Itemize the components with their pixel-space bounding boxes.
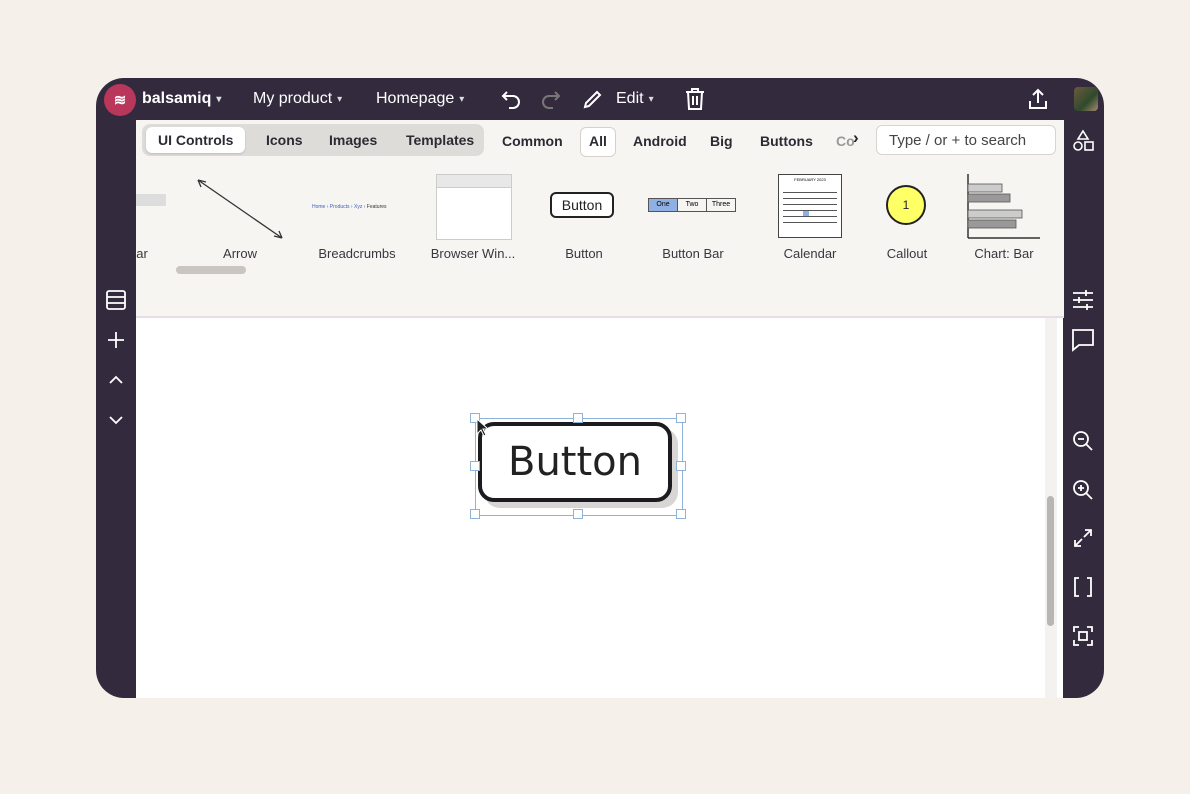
page-menu[interactable]: Homepage ▾ xyxy=(376,90,464,108)
properties-sliders-icon[interactable] xyxy=(1069,286,1097,314)
expand-icon[interactable] xyxy=(1069,524,1097,552)
library-filter-bar: UI Controls Icons Images Templates Commo… xyxy=(136,120,1094,162)
breadcrumb-item: Xyz xyxy=(353,204,363,210)
layers-icon[interactable] xyxy=(102,286,130,314)
resize-handle[interactable] xyxy=(676,509,686,519)
resize-handle[interactable] xyxy=(470,509,480,519)
component-label[interactable]: Chart: Bar xyxy=(974,246,1033,261)
component-label[interactable]: Callout xyxy=(887,246,927,261)
chevron-down-icon: ▾ xyxy=(648,93,654,105)
resize-handle[interactable] xyxy=(470,461,480,471)
chip-common[interactable]: Common xyxy=(494,127,571,155)
component-label[interactable]: Browser Win... xyxy=(431,246,516,261)
focus-frame-icon[interactable] xyxy=(1069,622,1097,650)
resize-handle[interactable] xyxy=(676,413,686,423)
category-segmented-control: UI Controls Icons Images Templates xyxy=(142,124,484,156)
brand-menu[interactable]: balsamiq ▾ xyxy=(142,90,221,108)
comment-icon[interactable] xyxy=(1069,326,1097,354)
button-bar-segment: One xyxy=(649,199,678,211)
vertical-scrollbar[interactable] xyxy=(1047,496,1054,626)
edit-menu[interactable]: Edit ▾ xyxy=(616,90,654,108)
component-strip: ar Arrow Home › Products › Xyz › Feature… xyxy=(136,174,1064,304)
undo-icon[interactable] xyxy=(498,86,524,112)
resize-handle[interactable] xyxy=(573,413,583,423)
component-label[interactable]: Button Bar xyxy=(662,246,723,261)
brand-label: balsamiq xyxy=(142,90,212,107)
tab-images[interactable]: Images xyxy=(317,127,389,153)
tab-ui-controls[interactable]: UI Controls xyxy=(146,127,246,153)
zoom-out-icon[interactable] xyxy=(1069,427,1097,455)
component-label[interactable]: Breadcrumbs xyxy=(318,246,395,261)
component-label[interactable]: Button xyxy=(565,246,603,261)
redo-icon[interactable] xyxy=(538,86,564,112)
component-label[interactable]: Arrow xyxy=(223,246,257,261)
shapes-icon[interactable] xyxy=(1068,126,1098,156)
component-label[interactable]: ar xyxy=(136,246,148,261)
chip-android[interactable]: Android xyxy=(625,127,695,155)
breadcrumb-item: Products xyxy=(329,204,350,210)
browser-window-preview[interactable] xyxy=(436,174,512,240)
calendar-preview[interactable]: FEBRUARY 2023 xyxy=(778,174,842,238)
arrow-preview[interactable] xyxy=(194,178,286,242)
tab-icons[interactable]: Icons xyxy=(254,127,315,153)
chip-all[interactable]: All xyxy=(580,127,616,157)
balsamiq-logo-icon[interactable]: ≋ xyxy=(104,84,136,116)
chevron-down-icon: ▾ xyxy=(337,93,343,105)
chevron-down-icon: ▾ xyxy=(459,93,465,105)
calendar-title: FEBRUARY 2023 xyxy=(794,177,826,182)
resize-handle[interactable] xyxy=(676,461,686,471)
calendar-grid xyxy=(783,192,837,223)
browser-titlebar xyxy=(437,175,511,188)
tab-templates[interactable]: Templates xyxy=(394,127,486,153)
page-label: Homepage xyxy=(376,90,455,107)
chevron-right-icon[interactable]: › xyxy=(853,128,859,148)
chevron-up-icon[interactable] xyxy=(102,366,130,394)
project-label: My product xyxy=(253,90,333,107)
project-menu[interactable]: My product ▾ xyxy=(253,90,342,108)
breadcrumb-item: Features xyxy=(366,204,387,210)
chevron-down-icon[interactable] xyxy=(102,406,130,434)
callout-preview[interactable]: 1 xyxy=(886,185,926,225)
share-icon[interactable] xyxy=(1025,86,1051,112)
top-toolbar: ≋ balsamiq ▾ My product ▾ Homepage ▾ Edi… xyxy=(96,78,1104,120)
ui-library-panel: UI Controls Icons Images Templates Commo… xyxy=(136,120,1094,318)
chip-big[interactable]: Big xyxy=(702,127,741,155)
trash-icon[interactable] xyxy=(682,86,708,112)
button-bar-preview[interactable]: One Two Three xyxy=(648,198,736,212)
resize-handle[interactable] xyxy=(573,509,583,519)
app-window: ≋ balsamiq ▾ My product ▾ Homepage ▾ Edi… xyxy=(96,78,1104,698)
component-preview xyxy=(136,194,166,206)
component-label[interactable]: Calendar xyxy=(784,246,837,261)
breadcrumb-item: Home xyxy=(312,204,326,210)
chip-buttons[interactable]: Buttons xyxy=(752,127,821,155)
mouse-cursor-icon xyxy=(476,418,490,437)
edit-label: Edit xyxy=(616,90,644,107)
button-preview[interactable]: Button xyxy=(550,192,614,218)
button-bar-segment: Two xyxy=(678,199,707,211)
zoom-in-icon[interactable] xyxy=(1069,476,1097,504)
bar-chart-preview[interactable] xyxy=(966,174,1042,240)
fit-brackets-icon[interactable] xyxy=(1069,573,1097,601)
button-bar-segment: Three xyxy=(711,201,731,208)
plus-icon[interactable] xyxy=(102,326,130,354)
wireframe-canvas[interactable]: Button xyxy=(136,318,1063,698)
chevron-down-icon: ▾ xyxy=(216,93,222,105)
selected-button-control[interactable]: Button xyxy=(478,422,672,502)
breadcrumbs-preview[interactable]: Home › Products › Xyz › Features xyxy=(312,204,387,210)
avatar[interactable] xyxy=(1074,87,1098,111)
pencil-icon[interactable] xyxy=(580,86,606,112)
horizontal-scrollbar[interactable] xyxy=(176,266,246,274)
search-input[interactable] xyxy=(876,125,1056,155)
